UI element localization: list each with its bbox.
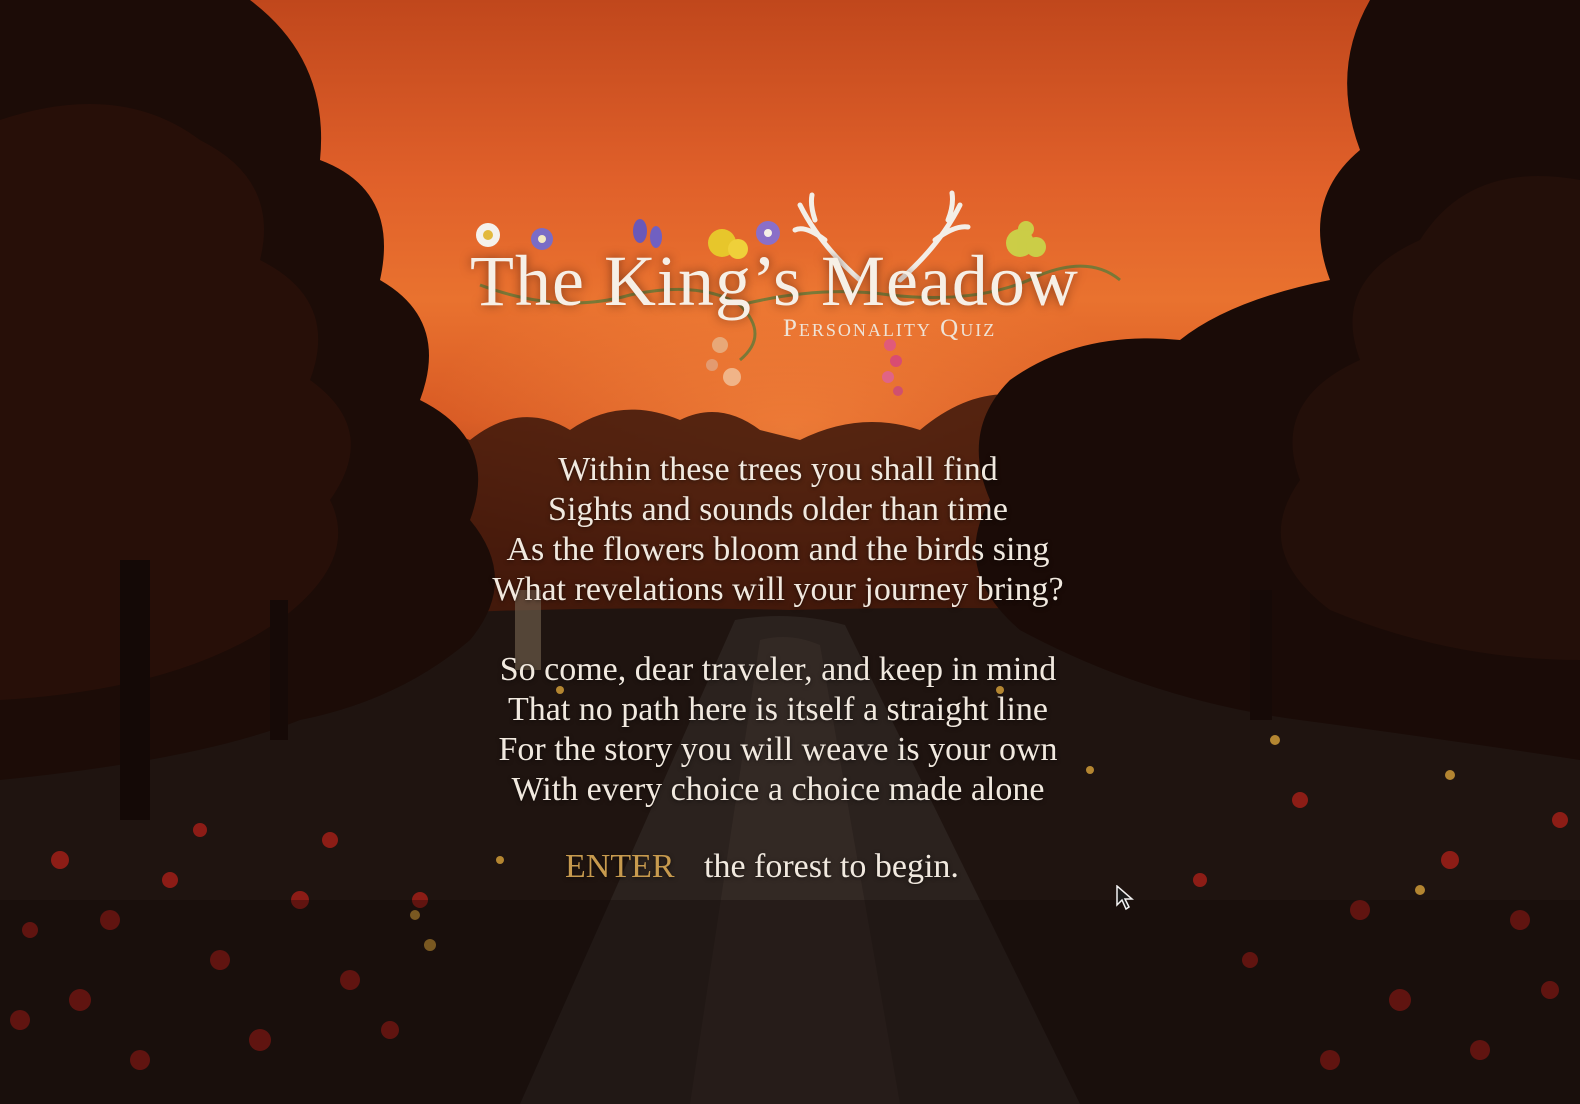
poem-line: For the story you will weave is your own xyxy=(498,731,1058,768)
poem-line: What revelations will your journey bring… xyxy=(492,571,1064,608)
game-subtitle: Personality Quiz xyxy=(783,315,997,342)
game-title: The King’s Meadow xyxy=(470,241,1079,321)
poem-line: That no path here is itself a straight l… xyxy=(507,691,1049,728)
start-prompt: ENTER the forest to begin. xyxy=(0,848,1580,894)
intro-poem: Within these trees you shall find Sights… xyxy=(0,450,1556,850)
game-logo: The King’s Meadow Personality Quiz xyxy=(440,185,1160,415)
start-prompt-text: the forest to begin. xyxy=(704,848,959,885)
poem-line: Sights and sounds older than time xyxy=(548,491,1008,528)
poem-line: So come, dear traveler, and keep in mind xyxy=(499,651,1057,688)
poem-line: With every choice a choice made alone xyxy=(511,771,1045,808)
game-scene: The King’s Meadow Personality Quiz Withi… xyxy=(0,0,1580,1104)
hanging-flowers-icon xyxy=(706,337,903,396)
vignette-bottom xyxy=(0,900,1580,1104)
mouse-pointer-icon xyxy=(1116,885,1134,911)
enter-button[interactable]: ENTER xyxy=(565,848,675,886)
poem-stanza-1: Within these trees you shall find Sights… xyxy=(0,450,1556,610)
poem-line: Within these trees you shall find xyxy=(558,451,998,488)
poem-line: As the flowers bloom and the birds sing xyxy=(506,531,1050,568)
poem-stanza-2: So come, dear traveler, and keep in mind… xyxy=(0,650,1556,810)
